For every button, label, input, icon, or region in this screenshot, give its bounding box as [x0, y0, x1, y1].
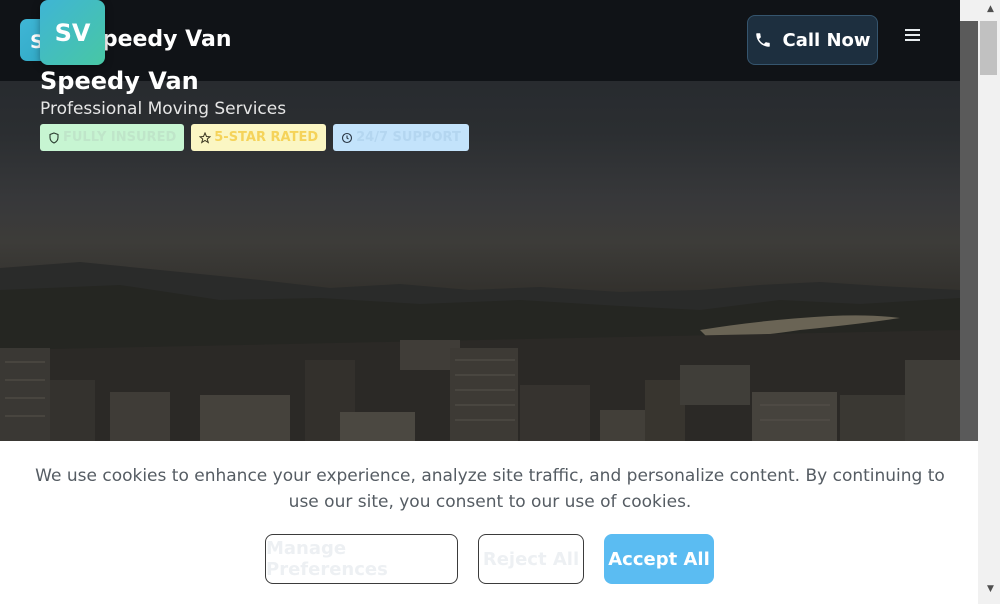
badge-label: 24/7 SUPPORT [356, 130, 461, 145]
badge-24-7-support: 24/7 SUPPORT [333, 124, 469, 151]
shield-icon [49, 131, 59, 144]
badge-label: FULLY INSURED [63, 130, 177, 145]
star-icon [199, 131, 212, 144]
hamburger-menu-icon[interactable] [900, 26, 926, 54]
call-now-label: Call Now [782, 29, 871, 51]
badge-fully-insured: FULLY INSURED [40, 124, 185, 151]
phone-icon [756, 33, 771, 47]
hero-subtitle: Professional Moving Services [40, 99, 287, 119]
hero-title: Speedy Van [40, 67, 199, 95]
trust-badges: FULLY INSURED 5-STAR RATED 24/7 SUPPORT [40, 124, 469, 151]
scroll-up-arrow-icon[interactable]: ▲ [982, 4, 999, 18]
brand-logo-large: SV [40, 0, 105, 65]
cookie-consent-banner: We use cookies to enhance your experienc… [0, 441, 978, 604]
accept-all-button[interactable]: Accept All [604, 534, 714, 584]
scrollbar-shadow [960, 21, 978, 441]
scroll-down-arrow-icon[interactable]: ▼ [982, 584, 999, 598]
manage-preferences-button[interactable]: Manage Preferences [265, 534, 458, 584]
cookie-message: We use cookies to enhance your experienc… [35, 466, 945, 512]
badge-label: 5-STAR RATED [214, 130, 319, 145]
badge-5-star-rated: 5-STAR RATED [191, 124, 327, 151]
brand-name[interactable]: Speedy Van [86, 27, 232, 52]
clock-icon [342, 132, 353, 143]
reject-all-button[interactable]: Reject All [478, 534, 584, 584]
call-now-button[interactable]: Call Now [747, 15, 878, 65]
scrollbar-thumb[interactable] [980, 21, 997, 75]
